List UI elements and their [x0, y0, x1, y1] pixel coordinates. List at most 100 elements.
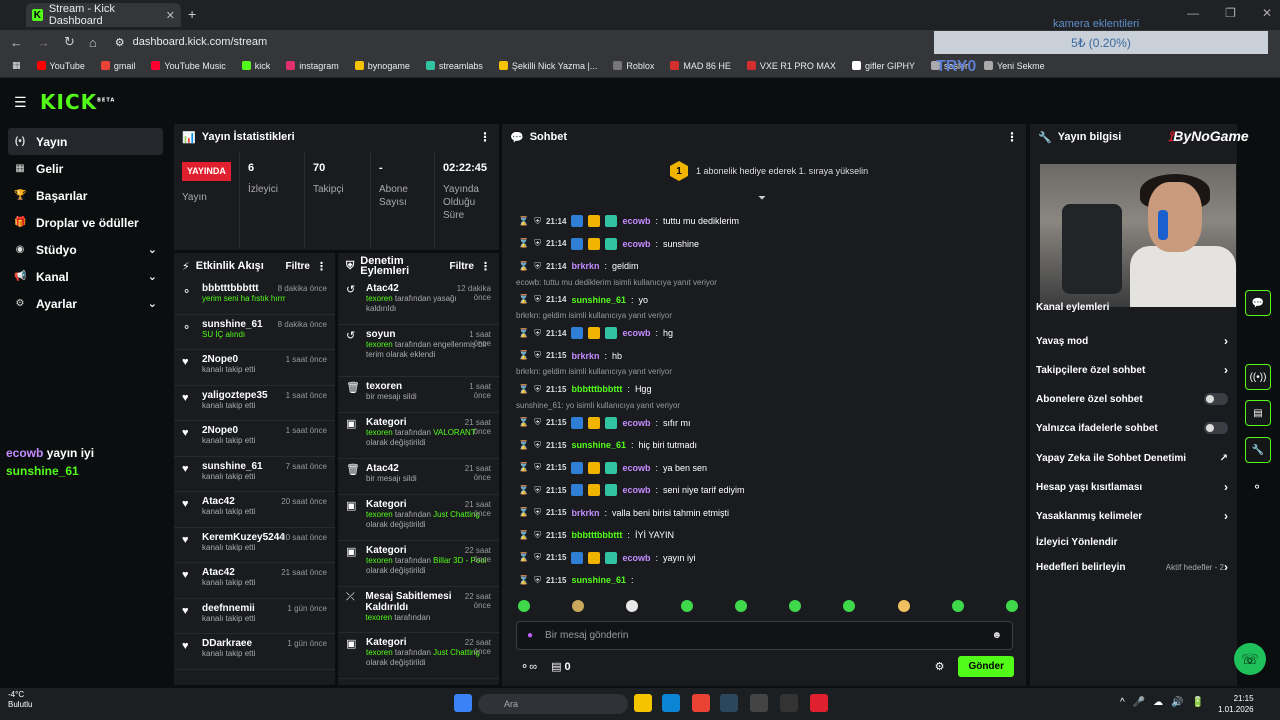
audit-item[interactable]: ↺ soyun texoren tarafından engellenmiş bir…: [338, 325, 499, 377]
bookmark-item[interactable]: bynogame: [354, 61, 410, 71]
bookmark-item[interactable]: instagram: [286, 61, 339, 71]
site-info-icon[interactable]: ⚙: [115, 36, 125, 49]
rail-layout-icon[interactable]: ▤: [1245, 400, 1271, 426]
rail-wrench-icon[interactable]: 🔧: [1245, 437, 1271, 463]
audit-item[interactable]: ▣ Kategori texoren tarafından Just Chattin…: [338, 495, 499, 541]
gift-leaderboard[interactable]: 1 1 abonelik hediye ederek 1. sıraya yüks…: [670, 161, 868, 181]
activity-item[interactable]: ♥ 2Nope0 kanalı takip etti 1 saat önce: [174, 350, 335, 386]
close-tab-icon[interactable]: ✕: [166, 9, 175, 22]
activity-item[interactable]: ♥ Atac42 kanalı takip etti 20 saat önce: [174, 492, 335, 528]
audit-item[interactable]: ⤫ Mesaj Sabitlemesi Kaldırıldı texoren tar…: [338, 587, 499, 633]
clock[interactable]: 21:15 1.01.2026: [1218, 693, 1254, 715]
minimize-icon[interactable]: —: [1187, 6, 1199, 20]
setting-0[interactable]: Kanal eylemleri: [1036, 300, 1228, 314]
audit-item[interactable]: ▣ Kategori texoren tarafından Just Chattin…: [338, 633, 499, 679]
sidebar-item-3[interactable]: 🎁 Droplar ve ödüller: [8, 209, 163, 236]
chrome-icon[interactable]: [692, 694, 710, 712]
activity-item[interactable]: ♥ KeremKuzey5244 kanalı takip etti 20 saat …: [174, 528, 335, 563]
chat-message[interactable]: ⌛ ⛨ 21:14 ecowb: hg: [512, 322, 1022, 345]
chat-message[interactable]: ⌛ ⛨ 21:15 ecowb: ya ben sen: [512, 457, 1022, 480]
kick-logo[interactable]: KICKBETA: [40, 90, 115, 114]
setting-7[interactable]: Yasaklanmış kelimeler ›: [1036, 509, 1228, 523]
edge-icon[interactable]: [662, 694, 680, 712]
bookmark-item[interactable]: gmail: [100, 61, 135, 71]
setting-4[interactable]: Yalnızca ifadelerle sohbet: [1036, 421, 1228, 435]
close-window-icon[interactable]: ✕: [1262, 6, 1272, 20]
chevron-down-icon[interactable]: ⌄: [148, 243, 157, 256]
activity-item[interactable]: ♥ 2Nope0 kanalı takip etti 1 saat önce: [174, 421, 335, 457]
url-field[interactable]: ⚙ dashboard.kick.com/stream: [115, 32, 915, 52]
setting-8[interactable]: İzleyici Yönlendir: [1036, 535, 1228, 549]
sidebar-item-5[interactable]: 📢 Kanal ⌄: [8, 263, 163, 290]
obs-icon[interactable]: [810, 694, 828, 712]
home-icon[interactable]: ⌂: [89, 35, 97, 50]
bookmark-item[interactable]: MAD 86 HE: [670, 61, 731, 71]
more-icon[interactable]: ⋮: [479, 130, 491, 144]
menu-icon[interactable]: ☰: [14, 94, 28, 111]
chat-message[interactable]: ⌛ ⛨ 21:14 brkrkn: geldim: [512, 255, 1022, 278]
setting-1[interactable]: Yavaş mod ›: [1036, 334, 1228, 348]
sidebar-item-4[interactable]: ◉ Stüdyo ⌄: [8, 236, 163, 263]
emote-icon[interactable]: [789, 600, 802, 612]
forward-icon[interactable]: →: [37, 35, 50, 50]
chat-message[interactable]: ⌛ ⛨ 21:15 bbbtttbbbttt: İYİ YAYIN: [512, 524, 1022, 547]
chat-message[interactable]: ⌛ ⛨ 21:14 ecowb: tuttu mu dediklerim: [512, 210, 1022, 233]
send-button[interactable]: Gönder: [958, 656, 1014, 677]
mic-icon[interactable]: ●: [527, 630, 533, 641]
bookmark-item[interactable]: Şekilli Nick Yazma |...: [498, 61, 597, 71]
steam-icon[interactable]: [720, 694, 738, 712]
toggle-switch[interactable]: [1204, 393, 1228, 405]
bookmark-item[interactable]: YouTube Music: [151, 61, 226, 71]
more-icon[interactable]: ⋮: [480, 260, 491, 273]
emote-icon[interactable]: [734, 600, 747, 612]
bookmark-item[interactable]: VXE R1 PRO MAX: [746, 61, 836, 71]
audit-item[interactable]: ▣ Kategori texoren tarafından VALORANT ola…: [338, 413, 499, 459]
chat-settings-icon[interactable]: ⚙: [935, 660, 945, 673]
emote-icon[interactable]: [518, 600, 530, 612]
chat-message[interactable]: ⌛ ⛨ 21:15 bbbtttbbbttt: Hgg: [512, 378, 1022, 401]
emote-icon[interactable]: [572, 600, 585, 612]
activity-item[interactable]: ♥ DDarkraee kanalı takip etti 1 gün önce: [174, 634, 335, 670]
more-icon[interactable]: ⋮: [1006, 130, 1018, 144]
back-icon[interactable]: ←: [10, 35, 23, 50]
emote-icon[interactable]: [626, 600, 639, 612]
apps-icon[interactable]: ▦: [12, 60, 21, 71]
browser-tab[interactable]: K Stream - Kick Dashboard ✕: [26, 3, 181, 27]
bookmark-item[interactable]: streamlabs: [425, 61, 483, 71]
bookmark-item[interactable]: YouTube: [36, 61, 85, 71]
start-icon[interactable]: [454, 694, 472, 712]
chat-message[interactable]: ⌛ ⛨ 21:15 ecowb: seni niye tarif ediyim: [512, 479, 1022, 502]
activity-item[interactable]: ♥ yaligoztepe35 kanalı takip etti 1 saat ön…: [174, 386, 335, 421]
sidebar-item-1[interactable]: ▦ Gelir: [8, 155, 163, 182]
activity-item[interactable]: ♥ deefnnemii kanalı takip etti 1 gün önce: [174, 599, 335, 634]
bookmark-item[interactable]: kick: [241, 61, 270, 71]
system-tray[interactable]: ^🎤☁🔊🔋: [1120, 697, 1212, 708]
weather-widget[interactable]: -4°C Bulutlu: [8, 690, 32, 710]
app-icon[interactable]: [750, 694, 768, 712]
setting-3[interactable]: Abonelere özel sohbet: [1036, 392, 1228, 406]
emote-icon[interactable]: [897, 600, 910, 612]
chat-message[interactable]: ⌛ ⛨ 21:15 sunshine_61:: [512, 569, 1022, 592]
chat-message[interactable]: ⌛ ⛨ 21:15 sunshine_61: hiç biri tutmadı: [512, 434, 1022, 457]
toggle-switch[interactable]: [1204, 422, 1228, 434]
chevron-down-icon[interactable]: ⌄: [148, 270, 157, 283]
rail-broadcast-icon[interactable]: ((•)): [1245, 364, 1271, 390]
rail-more-icon[interactable]: ⚬: [1252, 480, 1262, 494]
chat-message[interactable]: ⌛ ⛨ 21:15 brkrkn: hb: [512, 345, 1022, 368]
emote-icon[interactable]: [843, 600, 856, 612]
new-tab-button[interactable]: +: [188, 6, 196, 22]
chat-message[interactable]: ⌛ ⛨ 21:14 sunshine_61: yo: [512, 289, 1022, 312]
audit-item[interactable]: ↺ Atac42 texoren tarafından yasağı kaldırı…: [338, 279, 499, 325]
sidebar-item-2[interactable]: 🏆 Başarılar: [8, 182, 163, 209]
chevron-down-icon[interactable]: ⌄: [148, 297, 157, 310]
epic-icon[interactable]: [780, 694, 798, 712]
bookmark-item[interactable]: Yeni Sekme: [983, 61, 1045, 71]
chat-input[interactable]: ● Bir mesaj gönderin ☻: [516, 621, 1013, 650]
more-icon[interactable]: ⋮: [316, 260, 327, 273]
setting-6[interactable]: Hesap yaşı kısıtlaması ›: [1036, 480, 1228, 494]
reload-icon[interactable]: ↻: [64, 34, 75, 50]
setting-2[interactable]: Takipçilere özel sohbet ›: [1036, 363, 1228, 377]
emote-icon[interactable]: [680, 600, 693, 612]
emote-icon[interactable]: [951, 600, 964, 612]
bookmark-item[interactable]: gifler GIPHY: [851, 61, 915, 71]
